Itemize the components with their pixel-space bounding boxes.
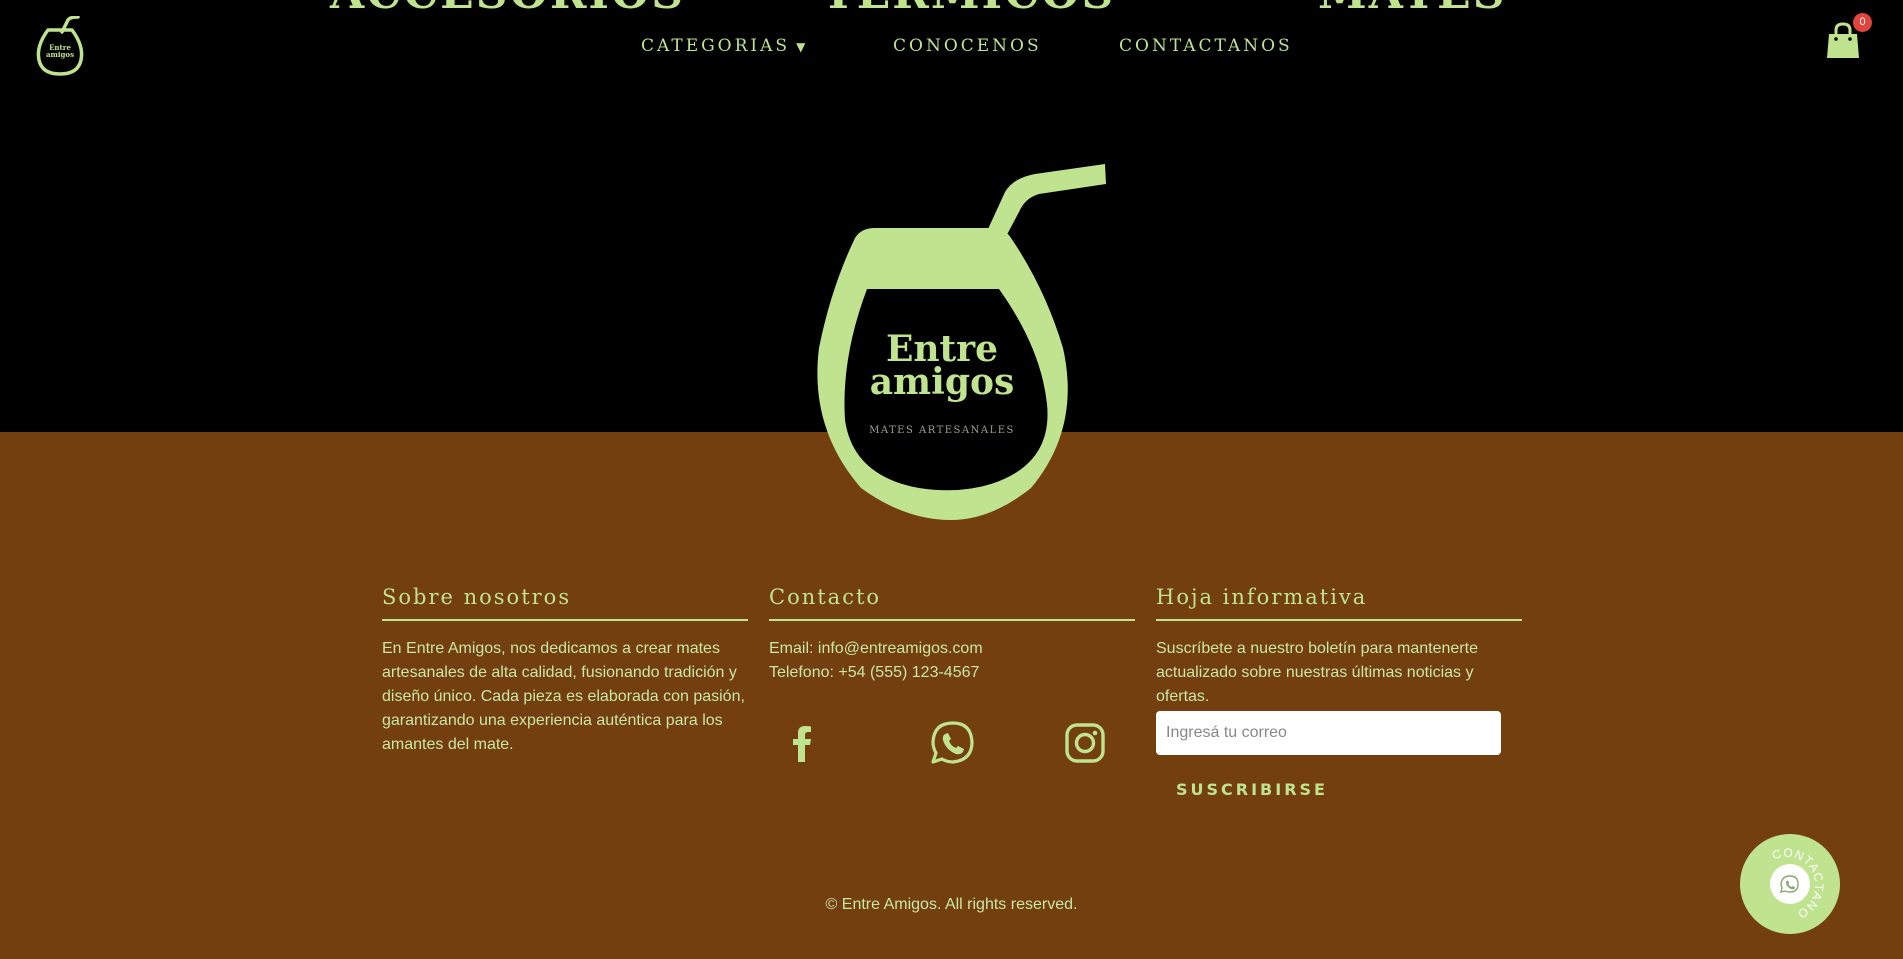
- facebook-icon[interactable]: [779, 720, 825, 766]
- hero-logo-tagline: MATES ARTESANALES: [869, 425, 1015, 436]
- cart-count-badge: 0: [1853, 13, 1872, 32]
- footer-newsletter: Hoja informativa Suscríbete a nuestro bo…: [1156, 585, 1522, 709]
- page: ACCESORIOS TERMICOS MATES Entre amigos C…: [0, 0, 1903, 959]
- footer-about: Sobre nosotros En Entre Amigos, nos dedi…: [382, 585, 748, 757]
- nav-item-categorias[interactable]: CATEGORIAS ▼: [641, 36, 805, 56]
- hero-logo-line2: amigos: [870, 361, 1015, 403]
- subscribe-button[interactable]: SUSCRIBIRSE: [1156, 776, 1348, 803]
- category-heading-termicos[interactable]: TERMICOS: [822, 0, 1115, 19]
- newsletter-email-input[interactable]: [1156, 711, 1501, 755]
- newsletter-text: Suscríbete a nuestro boletín para manten…: [1156, 640, 1478, 705]
- contact-title: Contacto: [769, 585, 1135, 621]
- whatsapp-icon[interactable]: [930, 720, 976, 766]
- nav-item-conocenos[interactable]: CONOCENOS: [893, 36, 1042, 56]
- about-title: Sobre nosotros: [382, 585, 748, 621]
- floating-contact-graphic: CONTACTANOS: [1740, 834, 1825, 922]
- about-text: En Entre Amigos, nos dedicamos a crear m…: [382, 640, 745, 753]
- copyright: © Entre Amigos. All rights reserved.: [825, 896, 1078, 913]
- nav-categorias-label: CATEGORIAS: [641, 36, 791, 56]
- chevron-down-icon: ▼: [796, 40, 806, 54]
- contact-email: Email: info@entreamigos.com: [769, 640, 983, 657]
- category-heading-accesorios[interactable]: ACCESORIOS: [330, 0, 685, 19]
- floating-contact-button[interactable]: CONTACTANOS: [1740, 834, 1840, 934]
- contact-phone: Telefono: +54 (555) 123-4567: [769, 664, 980, 681]
- category-heading-mates[interactable]: MATES: [1318, 0, 1507, 19]
- main-nav: CATEGORIAS ▼ CONOCENOS CONTACTANOS: [0, 36, 1903, 58]
- footer-contact: Contacto Email: info@entreamigos.com Tel…: [769, 585, 1135, 685]
- instagram-icon[interactable]: [1062, 720, 1108, 766]
- newsletter-title: Hoja informativa: [1156, 585, 1522, 621]
- nav-item-contactanos[interactable]: CONTACTANOS: [1119, 36, 1293, 56]
- hero-logo: Entre amigos MATES ARTESANALES: [817, 164, 1106, 520]
